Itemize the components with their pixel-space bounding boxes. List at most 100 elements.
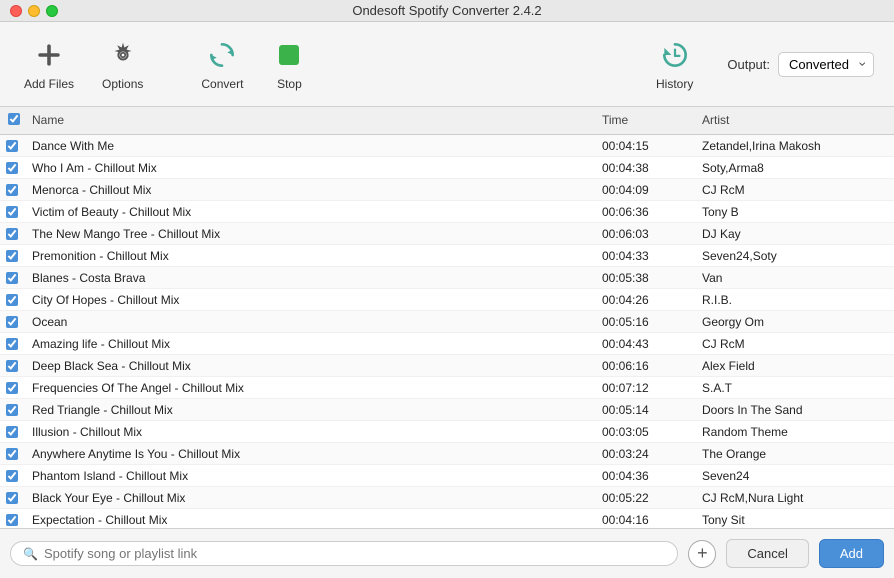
app-title: Ondesoft Spotify Converter 2.4.2: [352, 3, 541, 18]
minimize-button[interactable]: [28, 5, 40, 17]
row-artist: Random Theme: [694, 423, 894, 441]
row-check-cell: [0, 492, 24, 504]
table-row: Frequencies Of The Angel - Chillout Mix …: [0, 377, 894, 399]
row-time: 00:04:15: [594, 137, 694, 155]
row-time: 00:05:14: [594, 401, 694, 419]
output-dropdown[interactable]: Converted: [778, 52, 874, 77]
table-row: Red Triangle - Chillout Mix 00:05:14 Doo…: [0, 399, 894, 421]
row-checkbox[interactable]: [6, 382, 18, 394]
row-check-cell: [0, 272, 24, 284]
table-row: Illusion - Chillout Mix 00:03:05 Random …: [0, 421, 894, 443]
options-button[interactable]: Options: [88, 29, 157, 99]
table-row: Amazing life - Chillout Mix 00:04:43 CJ …: [0, 333, 894, 355]
table-row: Ocean 00:05:16 Georgy Om: [0, 311, 894, 333]
stop-square: [279, 45, 299, 65]
row-name: Blanes - Costa Brava: [24, 269, 594, 287]
add-icon: [31, 37, 67, 73]
row-check-cell: [0, 250, 24, 262]
row-checkbox[interactable]: [6, 162, 18, 174]
output-label: Output:: [727, 57, 770, 72]
row-check-cell: [0, 338, 24, 350]
add-button[interactable]: Add: [819, 539, 884, 568]
row-time: 00:04:43: [594, 335, 694, 353]
toolbar: Add Files Options Convert: [0, 22, 894, 107]
bottom-bar: 🔍 + Cancel Add: [0, 528, 894, 578]
row-checkbox[interactable]: [6, 316, 18, 328]
close-button[interactable]: [10, 5, 22, 17]
row-checkbox[interactable]: [6, 294, 18, 306]
add-files-button[interactable]: Add Files: [10, 29, 88, 99]
row-artist: DJ Kay: [694, 225, 894, 243]
row-check-cell: [0, 426, 24, 438]
row-artist: CJ RcM,Nura Light: [694, 489, 894, 507]
row-artist: Seven24,Soty: [694, 247, 894, 265]
add-files-label: Add Files: [24, 77, 74, 91]
row-time: 00:05:38: [594, 269, 694, 287]
row-time: 00:04:38: [594, 159, 694, 177]
row-artist: Georgy Om: [694, 313, 894, 331]
row-checkbox[interactable]: [6, 184, 18, 196]
row-checkbox[interactable]: [6, 206, 18, 218]
table-row: Menorca - Chillout Mix 00:04:09 CJ RcM: [0, 179, 894, 201]
row-check-cell: [0, 184, 24, 196]
table-row: Victim of Beauty - Chillout Mix 00:06:36…: [0, 201, 894, 223]
row-name: City Of Hopes - Chillout Mix: [24, 291, 594, 309]
row-artist: Seven24: [694, 467, 894, 485]
row-artist: Tony B: [694, 203, 894, 221]
row-artist: Zetandel,Irina Makosh: [694, 137, 894, 155]
row-name: Who I Am - Chillout Mix: [24, 159, 594, 177]
title-bar: Ondesoft Spotify Converter 2.4.2: [0, 0, 894, 22]
row-checkbox[interactable]: [6, 448, 18, 460]
convert-icon: [204, 37, 240, 73]
row-name: Frequencies Of The Angel - Chillout Mix: [24, 379, 594, 397]
cancel-button[interactable]: Cancel: [726, 539, 808, 568]
row-check-cell: [0, 448, 24, 460]
row-name: Premonition - Chillout Mix: [24, 247, 594, 265]
row-checkbox[interactable]: [6, 250, 18, 262]
select-all-checkbox[interactable]: [8, 113, 20, 125]
row-checkbox[interactable]: [6, 338, 18, 350]
row-checkbox[interactable]: [6, 426, 18, 438]
options-label: Options: [102, 77, 143, 91]
row-checkbox[interactable]: [6, 360, 18, 372]
traffic-lights: [10, 5, 58, 17]
table-row: Phantom Island - Chillout Mix 00:04:36 S…: [0, 465, 894, 487]
row-name: Victim of Beauty - Chillout Mix: [24, 203, 594, 221]
table-row: Who I Am - Chillout Mix 00:04:38 Soty,Ar…: [0, 157, 894, 179]
output-dropdown-wrapper[interactable]: Converted: [778, 52, 874, 77]
row-time: 00:04:09: [594, 181, 694, 199]
stop-icon: [271, 37, 307, 73]
row-checkbox[interactable]: [6, 404, 18, 416]
stop-button[interactable]: Stop: [257, 29, 321, 99]
row-name: Ocean: [24, 313, 594, 331]
row-check-cell: [0, 206, 24, 218]
row-checkbox[interactable]: [6, 514, 18, 526]
row-check-cell: [0, 470, 24, 482]
row-checkbox[interactable]: [6, 228, 18, 240]
row-checkbox[interactable]: [6, 492, 18, 504]
add-plus-button[interactable]: +: [688, 540, 716, 568]
row-name: Anywhere Anytime Is You - Chillout Mix: [24, 445, 594, 463]
search-input[interactable]: [44, 546, 665, 561]
row-check-cell: [0, 382, 24, 394]
table-row: Premonition - Chillout Mix 00:04:33 Seve…: [0, 245, 894, 267]
maximize-button[interactable]: [46, 5, 58, 17]
table-row: Black Your Eye - Chillout Mix 00:05:22 C…: [0, 487, 894, 509]
convert-label: Convert: [201, 77, 243, 91]
table-body: Dance With Me 00:04:15 Zetandel,Irina Ma…: [0, 135, 894, 528]
history-icon: [657, 37, 693, 73]
table-row: Blanes - Costa Brava 00:05:38 Van: [0, 267, 894, 289]
table-row: Expectation - Chillout Mix 00:04:16 Tony…: [0, 509, 894, 528]
row-name: Red Triangle - Chillout Mix: [24, 401, 594, 419]
output-section: Output: Converted: [727, 52, 874, 77]
table-row: Dance With Me 00:04:15 Zetandel,Irina Ma…: [0, 135, 894, 157]
row-name: Amazing life - Chillout Mix: [24, 335, 594, 353]
convert-button[interactable]: Convert: [187, 29, 257, 99]
row-checkbox[interactable]: [6, 272, 18, 284]
row-checkbox[interactable]: [6, 140, 18, 152]
row-artist: Alex Field: [694, 357, 894, 375]
row-time: 00:05:16: [594, 313, 694, 331]
row-artist: Doors In The Sand: [694, 401, 894, 419]
row-checkbox[interactable]: [6, 470, 18, 482]
history-button[interactable]: History: [642, 29, 707, 99]
